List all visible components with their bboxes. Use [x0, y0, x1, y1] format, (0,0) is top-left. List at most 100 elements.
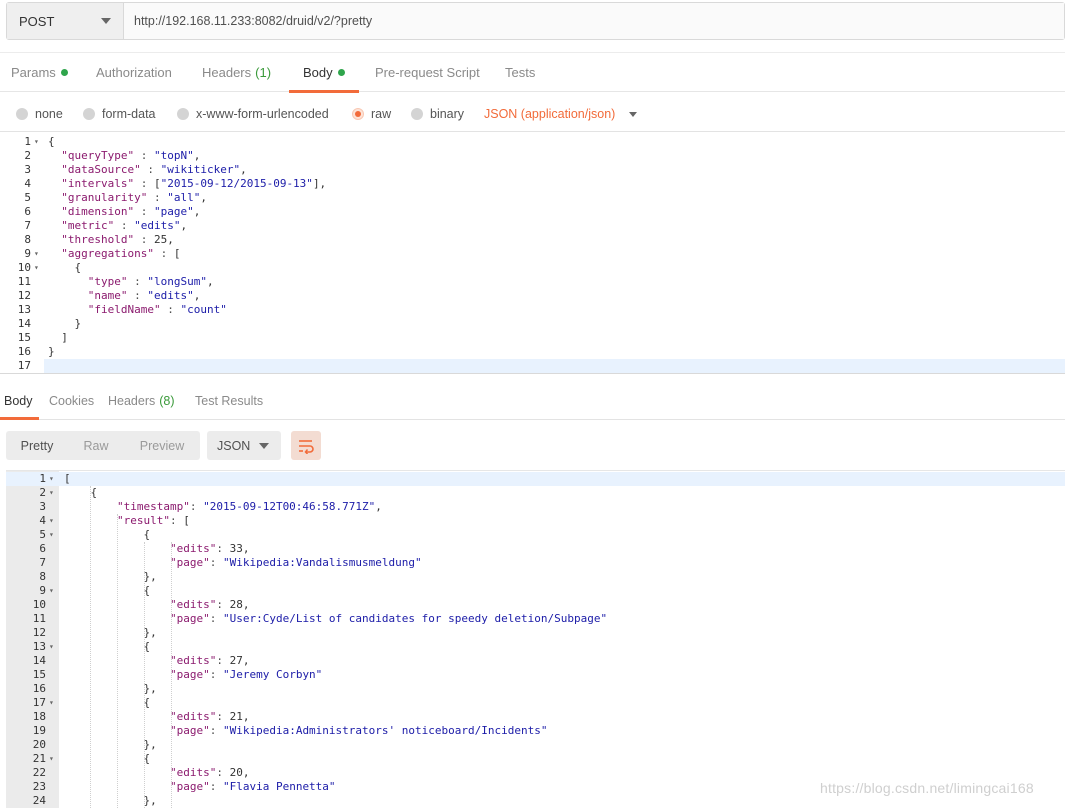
tab-pre-request-script[interactable]: Pre-request Script [375, 53, 480, 92]
line-number: 11 [32, 612, 46, 625]
wrap-lines-icon [299, 439, 314, 454]
response-tab-test-results-label: Test Results [195, 394, 264, 408]
line-number: 8 [24, 233, 31, 246]
code-line: "edits": 33, [169, 542, 250, 555]
fold-toggle-icon[interactable]: ▾ [49, 696, 54, 710]
code-line: { [64, 696, 151, 709]
code-line: }, [64, 794, 157, 807]
tab-headers-count: (1) [255, 65, 272, 80]
mode-x-www-form-urlencoded[interactable]: x-www-form-urlencoded [177, 96, 329, 132]
response-tab-test-results[interactable]: Test Results [195, 383, 263, 419]
line-number: 10 [32, 598, 46, 611]
fold-toggle-icon[interactable]: ▾ [49, 472, 54, 486]
code-line: "type" : "longSum", [87, 275, 214, 288]
line-number: 17 [17, 359, 31, 372]
mode-form-data-label: form-data [102, 107, 156, 121]
fold-toggle-icon[interactable]: ▾ [49, 528, 54, 542]
tab-authorization-label: Authorization [96, 65, 172, 80]
response-tabs: Body Cookies Headers (8) Test Results [0, 383, 1065, 420]
fold-toggle-icon[interactable]: ▾ [49, 514, 54, 528]
line-number: 6 [39, 542, 46, 555]
request-tabs: Params Authorization Headers (1) Body Pr… [0, 52, 1065, 93]
active-tab-underline [0, 417, 39, 420]
fold-toggle-icon[interactable]: ▾ [49, 486, 54, 500]
line-number: 23 [32, 780, 46, 793]
line-number: 14 [32, 654, 46, 667]
line-number: 15 [17, 331, 31, 344]
code-line: "edits": 21, [169, 710, 250, 723]
view-raw-button[interactable]: Raw [68, 431, 124, 460]
response-tab-body[interactable]: Body [0, 383, 39, 420]
code-line: "edits": 27, [169, 654, 250, 667]
code-line: }, [64, 682, 157, 695]
line-number: 1 [24, 135, 31, 148]
response-tab-body-label: Body [4, 394, 33, 408]
view-pretty-button[interactable]: Pretty [6, 431, 68, 460]
code-line: "intervals" : ["2015-09-12/2015-09-13"], [61, 177, 327, 190]
content-type-select[interactable]: JSON (application/json) [484, 96, 638, 132]
mode-binary-label: binary [430, 107, 465, 121]
response-format-label: JSON [217, 438, 251, 453]
line-number: 19 [32, 724, 46, 737]
code-line: "page": "Flavia Pennetta" [169, 780, 336, 793]
code-line: "granularity" : "all", [61, 191, 207, 204]
code-line: "dataSource" : "wikiticker", [61, 163, 247, 176]
mode-urlencoded-label: x-www-form-urlencoded [196, 107, 329, 121]
tab-headers[interactable]: Headers (1) [202, 53, 271, 92]
line-number: 15 [32, 668, 46, 681]
current-line-highlight [44, 359, 1065, 373]
mode-none[interactable]: none [16, 96, 63, 132]
line-number: 13 [32, 640, 46, 653]
response-body-viewer[interactable]: 1 ▾[2 ▾ {3 "timestamp": "2015-09-12T00:46:… [6, 470, 1065, 808]
code-line: "threshold" : 25, [61, 233, 174, 246]
code-line: }, [64, 738, 157, 751]
fold-toggle-icon[interactable]: ▾ [34, 261, 39, 275]
method-select[interactable]: POST [7, 3, 124, 39]
line-number: 7 [39, 556, 46, 569]
tab-pre-request-script-label: Pre-request Script [375, 65, 480, 80]
line-number: 1 [39, 472, 46, 485]
code-line: "metric" : "edits", [61, 219, 188, 232]
tab-tests[interactable]: Tests [505, 53, 535, 92]
radio-selected-icon [352, 108, 364, 120]
code-line: { [64, 528, 151, 541]
mode-form-data[interactable]: form-data [83, 96, 156, 132]
code-line: } [48, 317, 82, 330]
response-tab-cookies[interactable]: Cookies [49, 383, 94, 419]
line-number: 2 [24, 149, 31, 162]
view-preview-button[interactable]: Preview [124, 431, 200, 460]
mode-binary[interactable]: binary [411, 96, 464, 132]
line-number: 3 [39, 500, 46, 513]
fold-toggle-icon[interactable]: ▾ [49, 640, 54, 654]
radio-icon [83, 108, 95, 120]
fold-toggle-icon[interactable]: ▾ [34, 247, 39, 261]
line-number: 22 [32, 766, 46, 779]
fold-toggle-icon[interactable]: ▾ [49, 752, 54, 766]
tab-body-label: Body [303, 65, 333, 80]
tab-authorization[interactable]: Authorization [96, 53, 172, 92]
fold-toggle-icon[interactable]: ▾ [34, 135, 39, 149]
line-number: 8 [39, 570, 46, 583]
response-format-select[interactable]: JSON [207, 431, 281, 460]
code-line: "page": "Wikipedia:Administrators' notic… [169, 724, 548, 737]
tab-body[interactable]: Body [289, 53, 359, 93]
chevron-down-icon [259, 442, 269, 449]
code-line: "page": "Jeremy Corbyn" [169, 668, 323, 681]
mode-raw[interactable]: raw [352, 96, 391, 132]
mode-none-label: none [35, 107, 63, 121]
request-body-editor[interactable]: 1 ▾{2 "queryType" : "topN", 3 "dataSource"… [0, 134, 1065, 374]
fold-toggle-icon[interactable]: ▾ [49, 584, 54, 598]
code-line: "queryType" : "topN", [61, 149, 201, 162]
tab-params[interactable]: Params [11, 53, 68, 92]
response-tab-headers-count: (8) [159, 394, 175, 408]
response-tab-headers[interactable]: Headers (8) [108, 383, 175, 419]
watermark: https://blog.csdn.net/limingcai168 [820, 780, 1034, 796]
line-number: 16 [32, 682, 46, 695]
current-line-highlight [6, 472, 1065, 486]
wrap-lines-button[interactable] [291, 431, 321, 460]
content-type-label: JSON (application/json) [484, 107, 616, 121]
chevron-down-icon [629, 111, 638, 117]
url-input[interactable]: http://192.168.11.233:8082/druid/v2/?pre… [124, 3, 1064, 39]
indent-guide [171, 542, 172, 808]
code-line: "page": "User:Cyde/List of candidates fo… [169, 612, 608, 625]
